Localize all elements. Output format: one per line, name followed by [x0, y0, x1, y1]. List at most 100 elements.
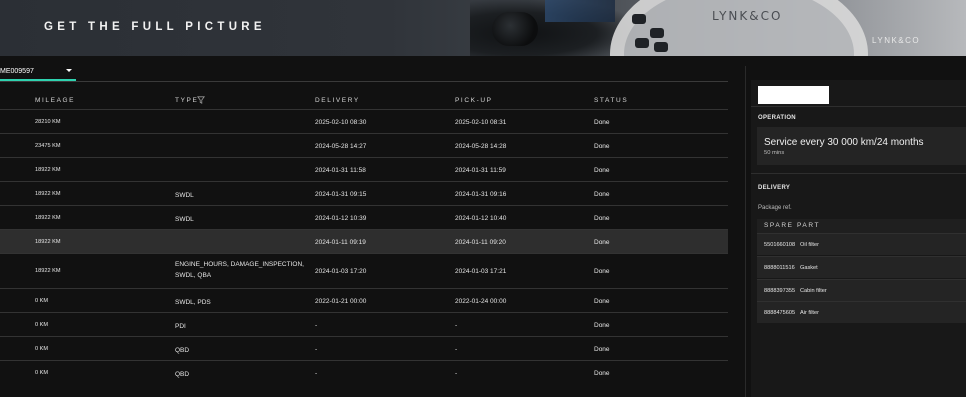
- cell-delivery: 2024-05-28 14:27: [315, 143, 367, 150]
- wheel-button: [650, 28, 664, 38]
- cell-type: SWDL, PDS: [175, 299, 211, 306]
- filter-icon[interactable]: [197, 96, 205, 104]
- cell-status: Done: [594, 370, 610, 377]
- spare-part-number: 8888475605: [764, 310, 796, 316]
- divider: [0, 81, 728, 82]
- cell-pickup: 2024-05-28 14:28: [455, 143, 507, 150]
- cell-status: Done: [594, 346, 610, 353]
- spare-part-row[interactable]: 5501660108 Oil filter: [757, 233, 966, 255]
- hero-banner: GET THE FULL PICTURE LYNK&CO LYNK&CO: [0, 0, 966, 56]
- cell-type: PDI: [175, 323, 186, 330]
- table-row[interactable]: 28210 KM 2025-02-10 08:30 2025-02-10 08:31…: [0, 109, 728, 134]
- cell-status: Done: [594, 298, 610, 305]
- column-header-delivery[interactable]: DELIVERY: [315, 97, 360, 104]
- cell-pickup: 2024-01-11 09:20: [455, 239, 506, 246]
- cell-type: SWDL: [175, 192, 194, 199]
- cell-status: Done: [594, 239, 610, 246]
- cell-mileage: 18922 KM: [35, 191, 61, 197]
- operation-title: Service every 30 000 km/24 months: [764, 137, 924, 148]
- cell-delivery: 2024-01-12 10:39: [315, 215, 367, 222]
- cell-status: Done: [594, 215, 610, 222]
- spare-part-row[interactable]: 8888011516 Gasket: [757, 256, 966, 278]
- cell-status: Done: [594, 167, 610, 174]
- cell-pickup: -: [455, 322, 458, 329]
- details-panel-white-box: [758, 86, 829, 104]
- banner-tagline: GET THE FULL PICTURE: [44, 21, 266, 33]
- cell-status: Done: [594, 268, 610, 275]
- cell-pickup: -: [455, 370, 458, 377]
- cell-mileage: 28210 KM: [35, 119, 61, 125]
- cell-mileage: 0 KM: [35, 370, 49, 376]
- cell-delivery: 2022-01-21 00:00: [315, 298, 367, 305]
- cell-pickup: 2024-01-03 17:21: [455, 268, 507, 275]
- cell-pickup: 2024-01-31 09:16: [455, 191, 507, 198]
- cell-status: Done: [594, 322, 610, 329]
- cell-delivery: -: [315, 346, 318, 353]
- cell-delivery: 2024-01-03 17:20: [315, 268, 367, 275]
- cell-mileage: 18922 KM: [35, 167, 61, 173]
- table-row[interactable]: 18922 KM SWDL 2024-01-12 10:39 2024-01-12 1…: [0, 205, 728, 230]
- cell-pickup: 2025-02-10 08:31: [455, 119, 507, 126]
- column-header-pickup[interactable]: PICK-UP: [455, 97, 493, 104]
- cell-pickup: 2024-01-31 11:59: [455, 167, 506, 174]
- cell-status: Done: [594, 119, 610, 126]
- cell-delivery: -: [315, 322, 318, 329]
- panel-divider: [745, 66, 746, 397]
- delivery-label: DELIVERY: [758, 185, 791, 191]
- banner-gear-knob: [492, 12, 538, 46]
- wheel-button: [632, 14, 646, 24]
- cell-mileage: 23475 KM: [35, 143, 61, 149]
- vehicle-select-value: ME009597: [0, 68, 34, 75]
- cell-type: ENGINE_HOURS, DAMAGE_INSPECTION, SWDL, Q…: [175, 261, 304, 279]
- divider: [751, 106, 966, 107]
- cell-mileage: 0 KM: [35, 346, 49, 352]
- cell-delivery: 2024-01-31 11:58: [315, 167, 366, 174]
- spare-part-name: Cabin filter: [800, 288, 827, 294]
- table-header: MILEAGE TYPE DELIVERY PICK-UP STATUS: [0, 94, 728, 108]
- table-row[interactable]: 18922 KM 2024-01-31 11:58 2024-01-31 11:59…: [0, 157, 728, 182]
- chevron-down-icon: [66, 69, 72, 72]
- operation-duration: 50 mins: [764, 150, 785, 156]
- steering-wheel-logo: LYNK&CO: [712, 9, 783, 23]
- cell-mileage: 18922 KM: [35, 268, 61, 274]
- table-row[interactable]: 0 KM QBD - - Done: [0, 336, 728, 361]
- table-row[interactable]: 18922 KM 2024-01-11 09:19 2024-01-11 09:20…: [0, 229, 728, 254]
- cell-status: Done: [594, 143, 610, 150]
- table-row[interactable]: 0 KM QBD - - Done: [0, 360, 728, 385]
- divider: [751, 173, 966, 174]
- spare-part-number: 5501660108: [764, 242, 796, 248]
- package-ref-label: Package ref.: [758, 205, 792, 211]
- cell-pickup: -: [455, 346, 458, 353]
- spare-part-header: SPARE PART: [757, 219, 966, 233]
- spare-part-number: 8888397355: [764, 288, 796, 294]
- table-row[interactable]: 18922 KM ENGINE_HOURS, DAMAGE_INSPECTION,…: [0, 253, 728, 289]
- cell-delivery: 2024-01-11 09:19: [315, 239, 366, 246]
- spare-part-name: Gasket: [800, 265, 818, 271]
- vehicle-select[interactable]: ME009597: [0, 66, 76, 80]
- spare-part-name: Air filter: [800, 310, 819, 316]
- cell-pickup: 2022-01-24 00:00: [455, 298, 507, 305]
- table-row[interactable]: 0 KM PDI - - Done: [0, 312, 728, 337]
- cell-mileage: 0 KM: [35, 322, 49, 328]
- spare-part-number: 8888011516: [764, 265, 795, 271]
- spare-part-name: Oil filter: [800, 242, 819, 248]
- wheel-button: [635, 38, 649, 48]
- spare-part-row[interactable]: 8888475605 Air filter: [757, 301, 966, 323]
- table-row[interactable]: 23475 KM 2024-05-28 14:27 2024-05-28 14:28…: [0, 133, 728, 158]
- cell-delivery: -: [315, 370, 318, 377]
- cell-mileage: 0 KM: [35, 298, 49, 304]
- spare-part-row[interactable]: 8888397355 Cabin filter: [757, 279, 966, 301]
- column-header-mileage[interactable]: MILEAGE: [35, 97, 75, 104]
- spare-part-header-label: SPARE PART: [764, 222, 821, 229]
- cell-type: SWDL: [175, 216, 194, 223]
- table-row[interactable]: 18922 KM SWDL 2024-01-31 09:15 2024-01-31 0…: [0, 181, 728, 206]
- column-header-status[interactable]: STATUS: [594, 97, 628, 104]
- table-row[interactable]: 0 KM SWDL, PDS 2022-01-21 00:00 2022-01-24 …: [0, 288, 728, 313]
- banner-dashboard-screen: [545, 0, 615, 22]
- column-header-type[interactable]: TYPE: [175, 97, 198, 104]
- cell-delivery: 2024-01-31 09:15: [315, 191, 367, 198]
- cell-type: QBD: [175, 347, 190, 354]
- wheel-button: [654, 42, 668, 52]
- cell-type: QBD: [175, 371, 190, 378]
- cell-status: Done: [594, 191, 610, 198]
